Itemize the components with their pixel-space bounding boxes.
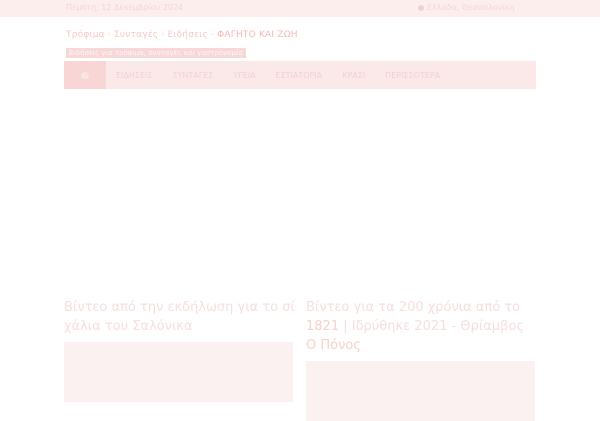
nav-item-news[interactable]: ΕΙΔΗΣΕΙΣ: [106, 71, 162, 80]
location-box: Ελλάδα, Θεσσαλονίκη: [418, 3, 515, 12]
home-icon: [80, 71, 90, 79]
site-tagline: Ειδήσεις για τρόφιμα, συνταγές και γαστρ…: [66, 48, 246, 58]
site-name-main: Τρόφιμα · Συνταγές · Ειδήσεις ·: [66, 30, 215, 40]
post-card: Βίντεο για τα 200 χρόνια από το 1821 | Ι…: [306, 298, 538, 421]
nav-item-wine[interactable]: ΚΡΑΣΙ: [332, 71, 375, 80]
post-title-link[interactable]: Βίντεο από την εκδήλωση για το σί χάλια …: [64, 298, 296, 336]
location-icon: [418, 4, 424, 11]
post-title-main: Βίντεο για τα 200 χρόνια από το: [306, 300, 521, 315]
post-card: Βίντεο από την εκδήλωση για το σί χάλια …: [64, 298, 296, 402]
post-title-tail: Ο Πόνος: [306, 338, 361, 353]
nav-item-health[interactable]: ΥΓΕΙΑ: [223, 71, 265, 80]
nav-item-more[interactable]: ΠΕΡΙΣΣΟΤΕΡΑ: [375, 71, 450, 80]
post-thumbnail[interactable]: [64, 342, 293, 402]
site-name-accent: ΦΑΓΗΤΟ ΚΑΙ ΖΩΗ: [217, 30, 298, 40]
site-brand[interactable]: Τρόφιμα · Συνταγές · Ειδήσεις · ΦΑΓΗΤΟ Κ…: [66, 30, 298, 59]
post-thumbnail[interactable]: [306, 361, 535, 421]
post-title-highlight: 1821: [306, 319, 340, 334]
main-nav: ΕΙΔΗΣΕΙΣ ΣΥΝΤΑΓΕΣ ΥΓΕΙΑ ΕΣΤΙΑΤΟΡΙΑ ΚΡΑΣΙ…: [64, 61, 536, 89]
site-name[interactable]: Τρόφιμα · Συνταγές · Ειδήσεις · ΦΑΓΗΤΟ Κ…: [66, 30, 298, 40]
date-text: Πέμπτη, 12 Δεκεμβρίου 2024: [66, 3, 184, 12]
post-title-link[interactable]: Βίντεο για τα 200 χρόνια από το 1821 | Ι…: [306, 298, 538, 355]
nav-home-button[interactable]: [64, 61, 106, 89]
nav-item-recipes[interactable]: ΣΥΝΤΑΓΕΣ: [162, 71, 223, 80]
location-text: Ελλάδα, Θεσσαλονίκη: [427, 3, 515, 12]
top-bar: Πέμπτη, 12 Δεκεμβρίου 2024 Ελλάδα, Θεσσα…: [0, 0, 600, 17]
nav-item-restaurants[interactable]: ΕΣΤΙΑΤΟΡΙΑ: [266, 71, 333, 80]
post-title-rest: | Ιδρύθηκε 2021 - Θρίαμβος: [339, 319, 524, 334]
